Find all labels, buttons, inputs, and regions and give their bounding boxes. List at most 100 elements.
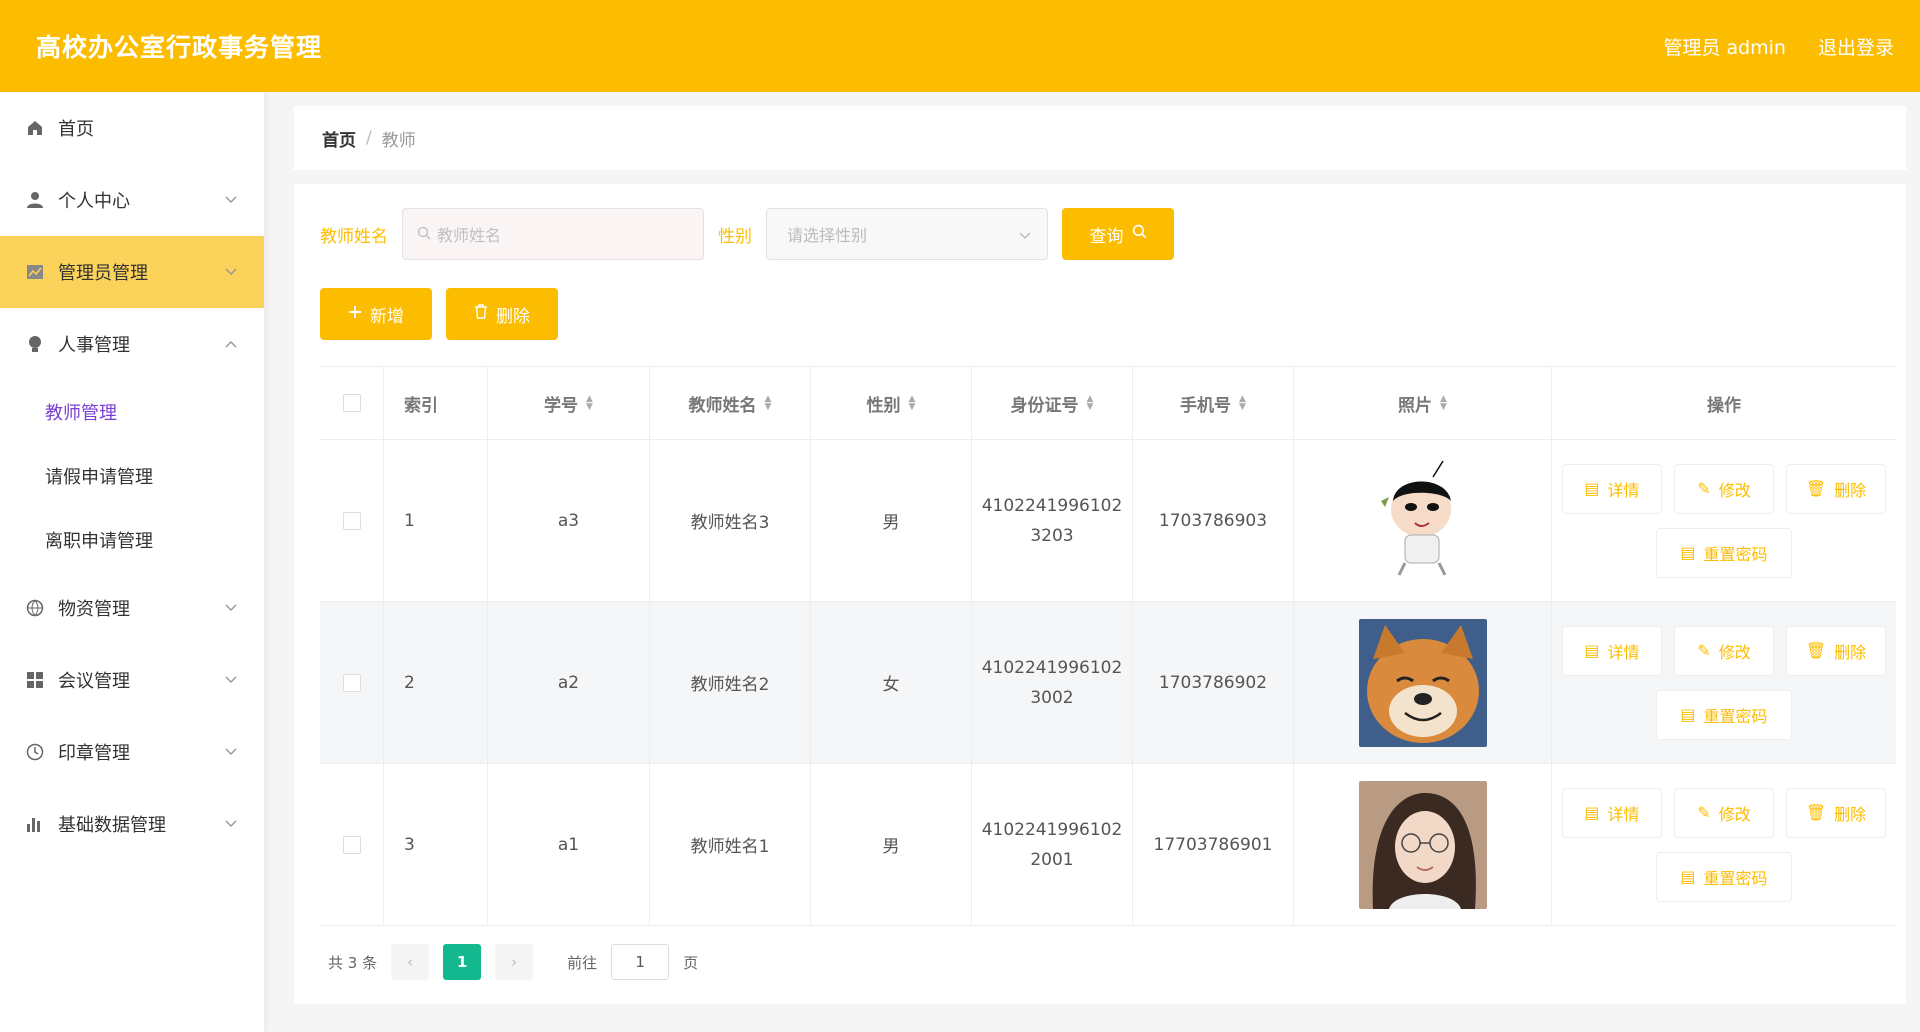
user-icon	[26, 191, 44, 209]
sidebar-item-label: 个人中心	[58, 191, 130, 212]
sidebar-subitem-leave[interactable]: 请假申请管理	[0, 444, 264, 508]
column-header-name[interactable]: 教师姓名 ▲ ▼	[650, 367, 811, 439]
row-checkbox[interactable]	[342, 511, 361, 530]
breadcrumb-home[interactable]: 首页	[322, 126, 356, 151]
edit-button[interactable]: ✎ 修改	[1674, 625, 1774, 676]
bulb-icon	[26, 335, 44, 353]
chevron-down-icon	[224, 601, 238, 615]
sidebar-item-profile[interactable]: 个人中心	[0, 164, 264, 236]
sidebar-item-meeting[interactable]: 会议管理	[0, 644, 264, 716]
goto-page-input[interactable]	[611, 944, 670, 980]
sidebar-item-hr[interactable]: 人事管理	[0, 308, 264, 380]
trash-icon	[474, 304, 488, 324]
prev-page-button[interactable]: ‹	[391, 944, 430, 980]
cell-index: 2	[384, 602, 488, 763]
trash-icon: 🗑	[1805, 479, 1827, 498]
pagination-total: 共 3 条	[328, 953, 378, 972]
logout-link[interactable]: 退出登录	[1818, 33, 1894, 60]
teacher-photo-portrait[interactable]	[1358, 780, 1487, 909]
sex-filter-label: 性别	[718, 226, 752, 247]
column-header-xh[interactable]: 学号 ▲ ▼	[488, 367, 650, 439]
detail-button[interactable]: ▤ 详情	[1562, 463, 1662, 514]
row-checkbox[interactable]	[342, 835, 361, 854]
cell-index: 1	[384, 440, 488, 601]
document-icon: ▤	[1680, 867, 1696, 886]
cell-idcard: 4102241996102 3203	[972, 440, 1133, 601]
column-header-operation: 操作	[1707, 395, 1741, 416]
cell-index: 3	[384, 764, 488, 925]
table-header-row: 索引 学号 ▲ ▼ 教师姓名 ▲ ▼ 性别 ▲ ▼ 身份证号 ▲ ▼ 手机号 ▲ ▼ 照片 ▲ ▼ 操作	[320, 367, 1896, 440]
select-all-checkbox[interactable]	[342, 394, 361, 412]
sidebar-item-basedata[interactable]: 基础数据管理	[0, 788, 264, 860]
sidebar-item-label: 首页	[58, 119, 94, 140]
chevron-down-icon	[224, 265, 238, 279]
chevron-down-icon	[224, 193, 238, 207]
content-panel: 教师姓名 教师姓名 性别 请选择性别 查询 新增 删除 索引 学号 ▲ ▼ 教师…	[294, 184, 1906, 1004]
bar-chart-icon	[26, 815, 44, 833]
detail-button[interactable]: ▤ 详情	[1562, 625, 1662, 676]
chevron-down-icon	[224, 745, 238, 759]
column-header-sex[interactable]: 性别 ▲ ▼	[811, 367, 972, 439]
cell-name: 教师姓名3	[650, 440, 811, 601]
edit-button[interactable]: ✎ 修改	[1674, 787, 1774, 838]
row-checkbox[interactable]	[342, 673, 361, 692]
column-header-phone[interactable]: 手机号 ▲ ▼	[1133, 367, 1294, 439]
home-icon	[26, 119, 44, 137]
sidebar-subitem-resign[interactable]: 离职申请管理	[0, 508, 264, 572]
sort-icon[interactable]: ▲ ▼	[1087, 395, 1094, 412]
teacher-photo-cartoon[interactable]	[1358, 456, 1487, 585]
chart-icon	[26, 263, 44, 281]
sidebar-item-label: 人事管理	[58, 335, 130, 356]
app-title: 高校办公室行政事务管理	[36, 33, 323, 62]
cell-sex: 男	[811, 764, 972, 925]
sidebar-item-home[interactable]: 首页	[0, 92, 264, 164]
sidebar-item-supplies[interactable]: 物资管理	[0, 572, 264, 644]
trash-icon: 🗑	[1805, 803, 1827, 822]
document-icon: ▤	[1584, 641, 1600, 660]
query-button[interactable]: 查询	[1062, 208, 1174, 260]
name-search-input[interactable]: 教师姓名	[402, 208, 704, 260]
plus-icon	[348, 304, 362, 324]
cell-phone: 17703786901	[1133, 764, 1294, 925]
sidebar-subitem-teacher[interactable]: 教师管理	[0, 380, 264, 444]
page-number-current[interactable]: 1	[443, 944, 482, 980]
add-button[interactable]: 新增	[320, 288, 432, 340]
sidebar-item-label: 印章管理	[58, 743, 130, 764]
delete-button[interactable]: 🗑 删除	[1786, 463, 1886, 514]
bulk-delete-button[interactable]: 删除	[446, 288, 558, 340]
sort-icon[interactable]: ▲ ▼	[1440, 395, 1447, 412]
cell-xh: a2	[488, 602, 650, 763]
sort-icon[interactable]: ▲ ▼	[909, 395, 916, 412]
sex-select[interactable]: 请选择性别	[766, 208, 1048, 260]
chevron-down-icon	[224, 673, 238, 687]
sidebar-item-seal[interactable]: 印章管理	[0, 716, 264, 788]
delete-button[interactable]: 🗑 删除	[1786, 625, 1886, 676]
name-filter-label: 教师姓名	[320, 226, 388, 247]
pagination: 共 3 条 ‹ 1 › 前往 页	[328, 944, 698, 980]
breadcrumb-separator: /	[366, 128, 372, 148]
reset-password-button[interactable]: ▤ 重置密码	[1656, 527, 1792, 578]
current-user[interactable]: 管理员 admin	[1663, 33, 1786, 60]
cell-xh: a3	[488, 440, 650, 601]
edit-button[interactable]: ✎ 修改	[1674, 463, 1774, 514]
sort-icon[interactable]: ▲ ▼	[1239, 395, 1246, 412]
filter-bar: 教师姓名 教师姓名 性别 请选择性别 查询	[320, 208, 1174, 260]
delete-button[interactable]: 🗑 删除	[1786, 787, 1886, 838]
teacher-photo-dog[interactable]	[1358, 618, 1487, 747]
sort-icon[interactable]: ▲ ▼	[586, 395, 593, 412]
next-page-button[interactable]: ›	[495, 944, 534, 980]
add-label: 新增	[370, 306, 404, 327]
trash-icon: 🗑	[1805, 641, 1827, 660]
sex-select-placeholder: 请选择性别	[787, 226, 868, 245]
detail-button[interactable]: ▤ 详情	[1562, 787, 1662, 838]
column-header-idcard[interactable]: 身份证号 ▲ ▼	[972, 367, 1133, 439]
delete-label: 删除	[496, 306, 530, 327]
sort-icon[interactable]: ▲ ▼	[765, 395, 772, 412]
reset-password-button[interactable]: ▤ 重置密码	[1656, 689, 1792, 740]
breadcrumb-current: 教师	[381, 130, 416, 151]
action-bar: 新增 删除	[320, 288, 558, 340]
sidebar-item-admin[interactable]: 管理员管理	[0, 236, 264, 308]
name-search-placeholder: 教师姓名	[437, 226, 502, 245]
reset-password-button[interactable]: ▤ 重置密码	[1656, 851, 1792, 902]
column-header-photo[interactable]: 照片 ▲ ▼	[1294, 367, 1552, 439]
